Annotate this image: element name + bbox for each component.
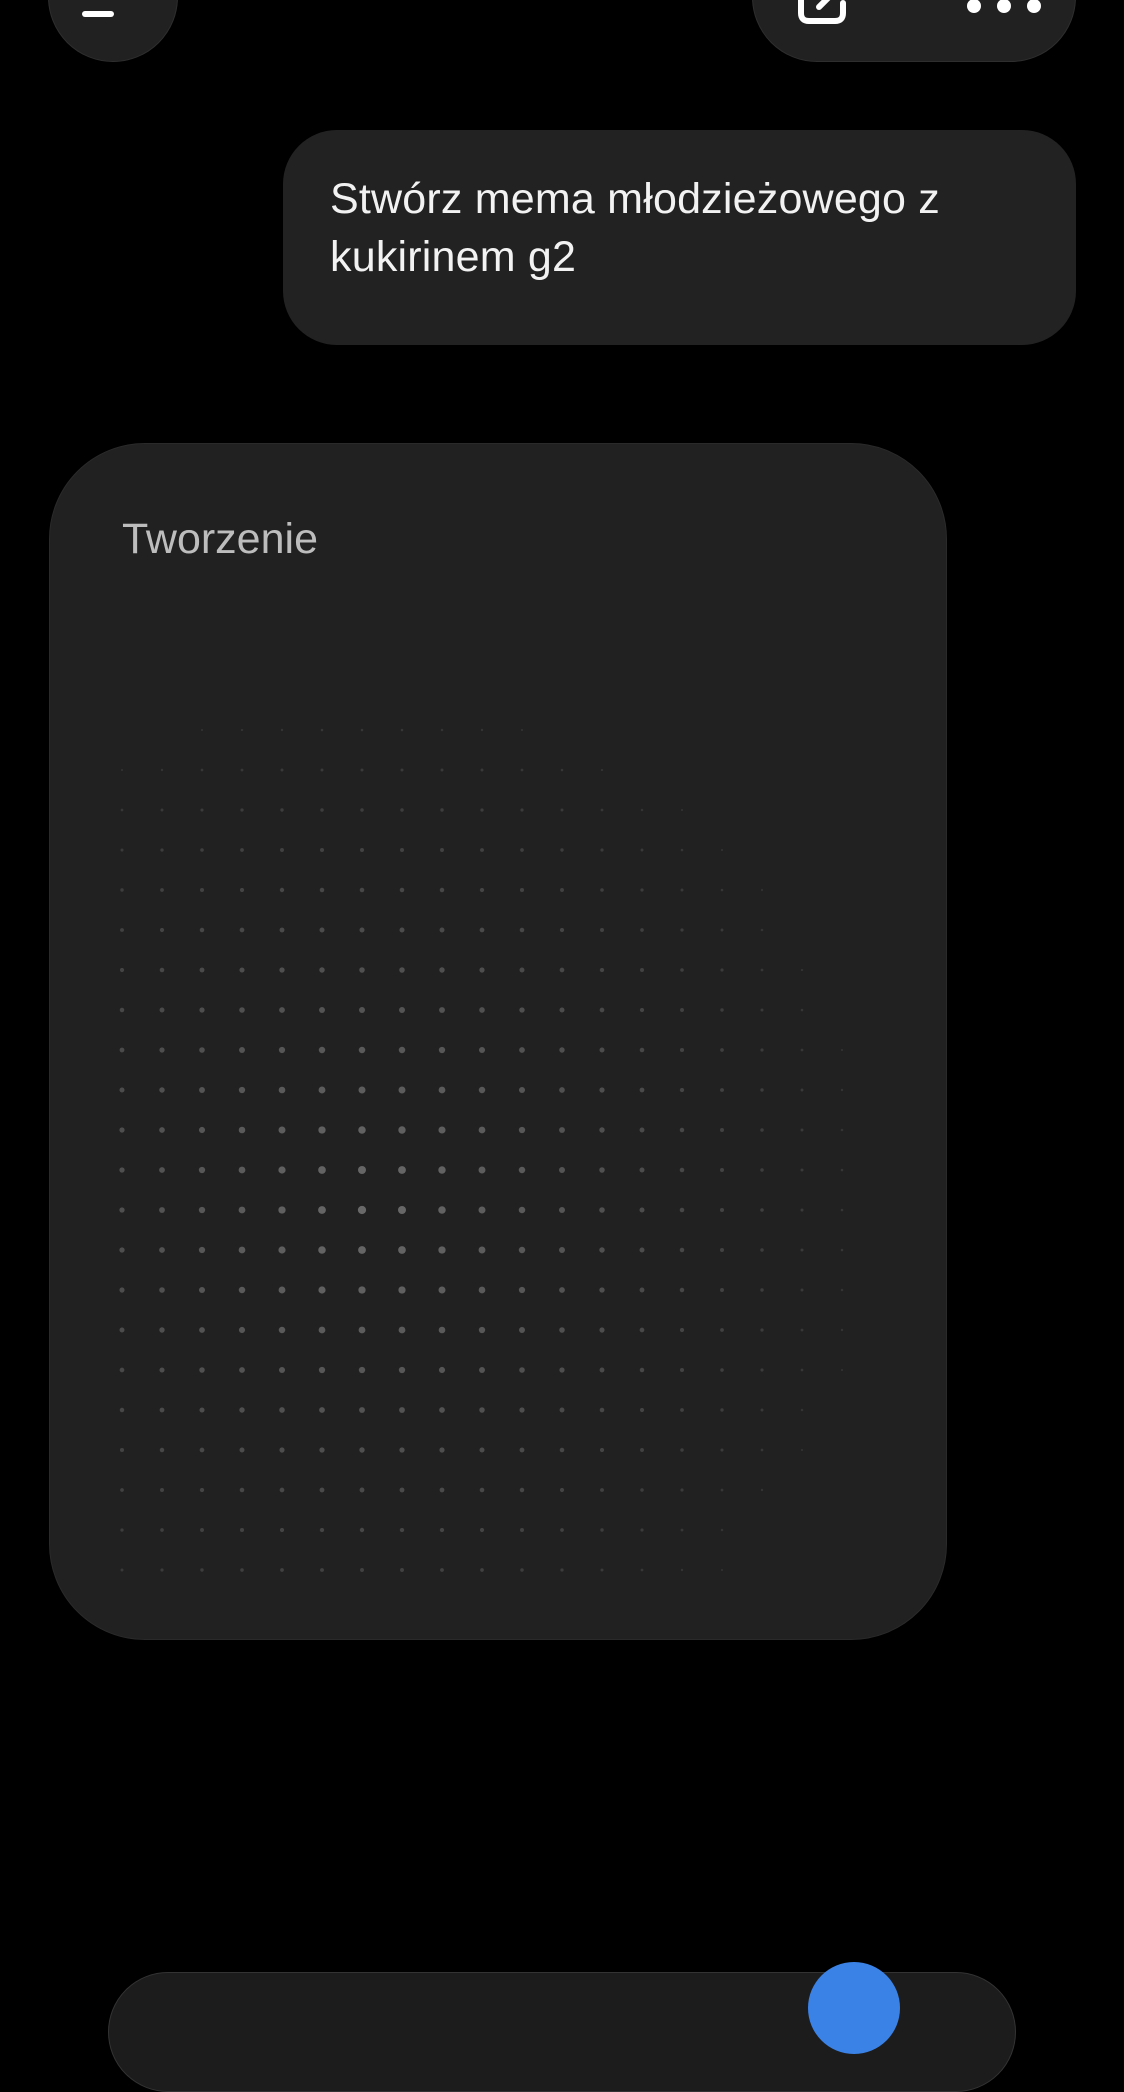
menu-button[interactable]	[48, 0, 178, 62]
dot-grid-loading-placeholder	[119, 728, 844, 1572]
more-horizontal-icon[interactable]	[967, 0, 1041, 13]
header-action-group	[752, 0, 1076, 62]
hamburger-menu-icon	[82, 11, 114, 17]
edit-icon[interactable]	[795, 0, 869, 29]
image-generation-card: Tworzenie	[49, 443, 947, 1640]
send-button[interactable]	[808, 1962, 900, 2054]
user-message-text: Stwórz mema młodzieżowego z kukirinem g2	[330, 175, 941, 281]
user-message-bubble: Stwórz mema młodzieżowego z kukirinem g2	[283, 130, 1076, 345]
